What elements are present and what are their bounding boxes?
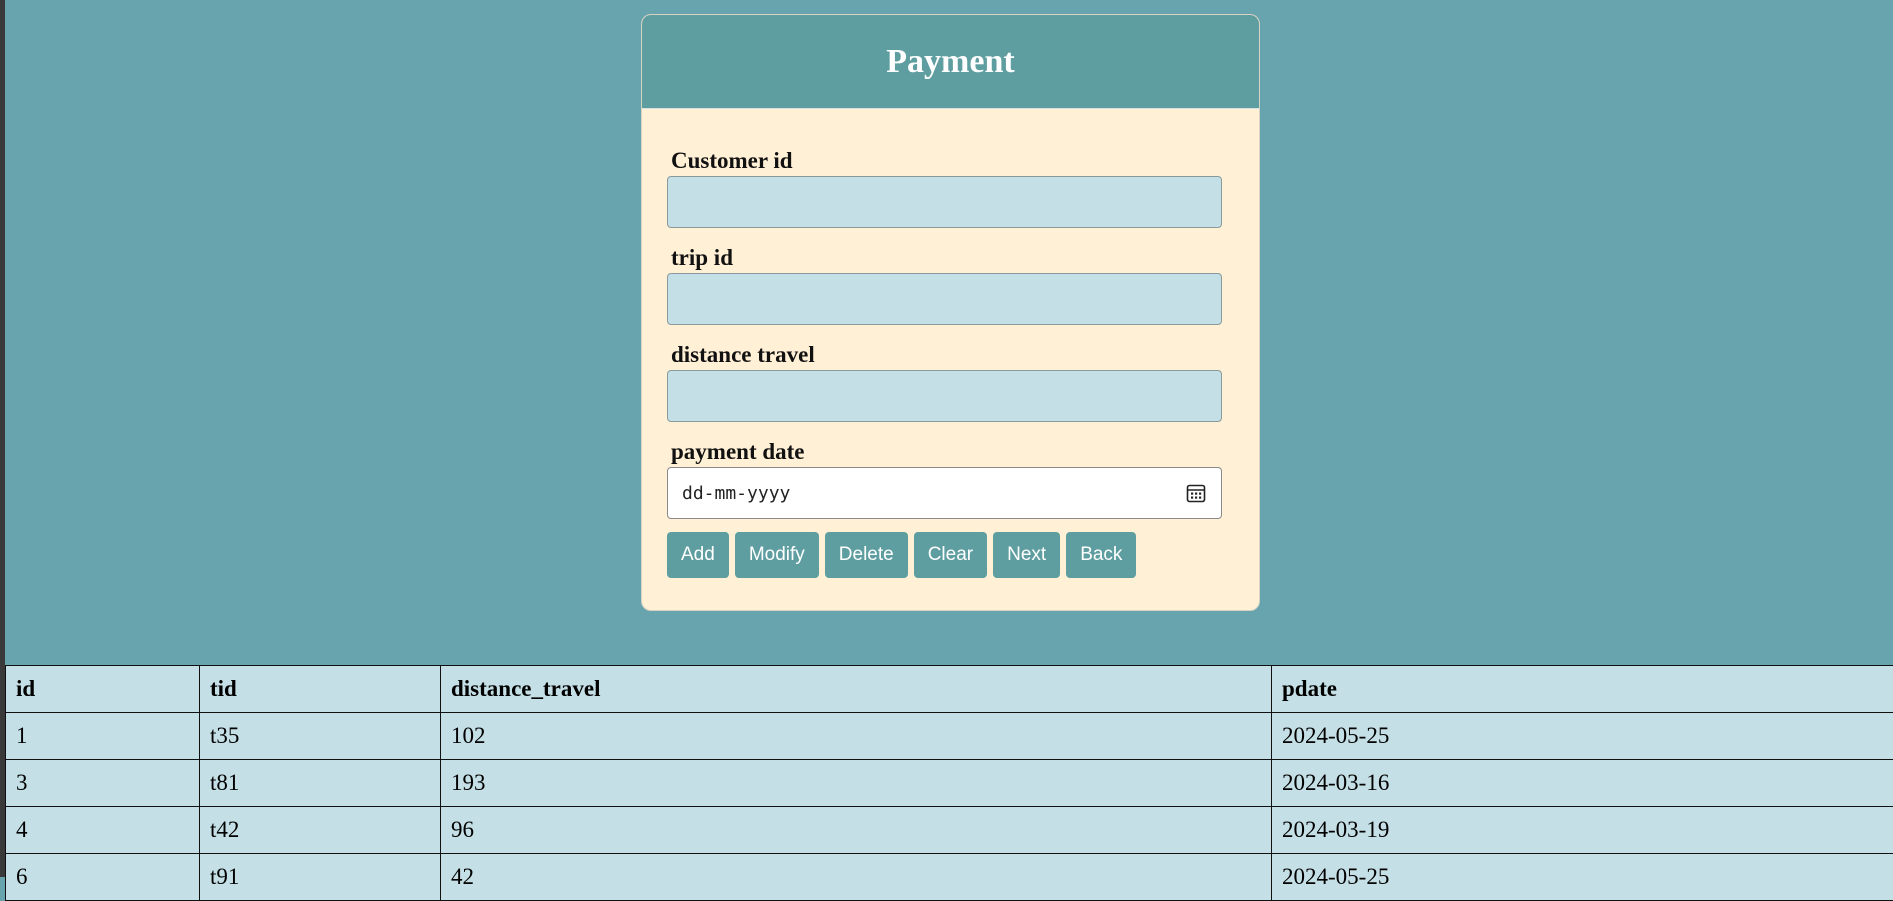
modify-button[interactable]: Modify: [735, 532, 819, 578]
clear-button[interactable]: Clear: [914, 532, 987, 578]
cell-id: 1: [6, 713, 200, 760]
distance-travel-label: distance travel: [671, 339, 1221, 370]
customer-id-label: Customer id: [671, 145, 1221, 176]
cell-id: 4: [6, 807, 200, 854]
table-row[interactable]: 1 t35 102 2024-05-25: [6, 713, 1893, 760]
trip-id-label: trip id: [671, 242, 1221, 273]
payment-form-card: Payment Customer id trip id distance tra…: [641, 14, 1260, 611]
payments-table: id tid distance_travel pdate 1 t35 102 2…: [5, 665, 1893, 901]
distance-travel-input[interactable]: [667, 370, 1222, 422]
form-title: Payment: [886, 43, 1014, 81]
delete-button[interactable]: Delete: [825, 532, 908, 578]
column-header-tid: tid: [200, 666, 441, 713]
cell-tid: t35: [200, 713, 441, 760]
form-body: Customer id trip id distance travel paym…: [642, 109, 1259, 578]
cell-tid: t91: [200, 854, 441, 901]
table-header-row: id tid distance_travel pdate: [6, 666, 1893, 713]
column-header-distance-travel: distance_travel: [441, 666, 1272, 713]
column-header-id: id: [6, 666, 200, 713]
form-header: Payment: [642, 15, 1259, 109]
action-buttons: Add Modify Delete Clear Next Back: [667, 532, 1221, 578]
trip-id-input[interactable]: [667, 273, 1222, 325]
cell-distance-travel: 193: [441, 760, 1272, 807]
calendar-icon[interactable]: [1185, 482, 1207, 504]
cell-pdate: 2024-05-25: [1272, 854, 1893, 901]
cell-pdate: 2024-03-16: [1272, 760, 1893, 807]
back-button[interactable]: Back: [1066, 532, 1136, 578]
cell-tid: t81: [200, 760, 441, 807]
cell-pdate: 2024-03-19: [1272, 807, 1893, 854]
payment-date-placeholder: dd-mm-yyyy: [682, 483, 1185, 504]
cell-distance-travel: 102: [441, 713, 1272, 760]
cell-tid: t42: [200, 807, 441, 854]
cell-id: 6: [6, 854, 200, 901]
payment-date-label: payment date: [671, 436, 1221, 467]
cell-pdate: 2024-05-25: [1272, 713, 1893, 760]
payment-date-input[interactable]: dd-mm-yyyy: [667, 467, 1222, 519]
column-header-pdate: pdate: [1272, 666, 1893, 713]
cell-id: 3: [6, 760, 200, 807]
cell-distance-travel: 96: [441, 807, 1272, 854]
add-button[interactable]: Add: [667, 532, 729, 578]
customer-id-input[interactable]: [667, 176, 1222, 228]
table-row[interactable]: 6 t91 42 2024-05-25: [6, 854, 1893, 901]
cell-distance-travel: 42: [441, 854, 1272, 901]
payments-table-container: id tid distance_travel pdate 1 t35 102 2…: [5, 665, 1893, 901]
table-row[interactable]: 3 t81 193 2024-03-16: [6, 760, 1893, 807]
table-row[interactable]: 4 t42 96 2024-03-19: [6, 807, 1893, 854]
next-button[interactable]: Next: [993, 532, 1060, 578]
